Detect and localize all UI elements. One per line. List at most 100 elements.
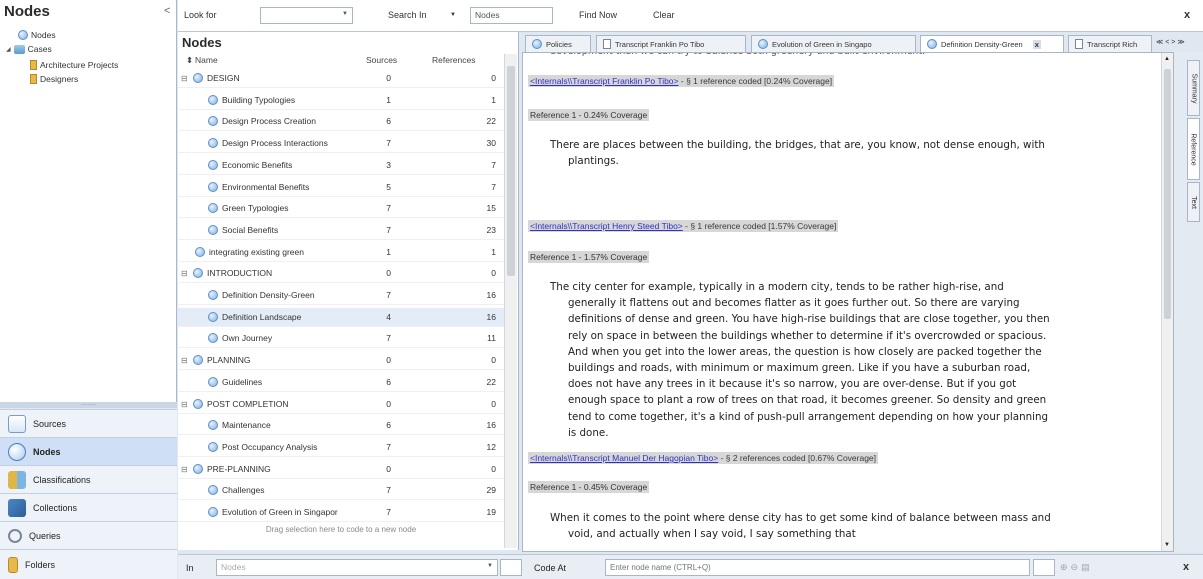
tab-label: Transcript Rich — [1087, 39, 1138, 49]
list-scrollbar[interactable] — [504, 54, 517, 548]
close-coding-bar-button[interactable]: x — [1183, 561, 1189, 573]
column-header-name[interactable]: Name — [195, 55, 218, 65]
collapse-node-icon[interactable]: ⊟ — [181, 465, 188, 474]
side-tab-label: Reference — [1190, 132, 1198, 166]
scroll-up-icon[interactable]: ▲ — [1164, 56, 1170, 62]
table-row[interactable]: ⊟ PLANNING 0 0 — [178, 351, 504, 371]
table-row[interactable]: Design Process Interactions 7 30 — [178, 134, 504, 154]
nav-button-collections[interactable]: Collections — [0, 493, 177, 521]
tree-item-cases[interactable]: ◢ Cases — [6, 44, 52, 54]
sources-cell: 5 — [386, 181, 391, 192]
side-tab-reference[interactable]: Reference — [1187, 118, 1200, 180]
table-row[interactable]: ⊟ PRE-PLANNING 0 0 — [178, 460, 504, 479]
collapse-pane-button[interactable]: < — [164, 5, 170, 17]
table-row[interactable]: Social Benefits 7 23 — [178, 221, 504, 240]
in-browse-button[interactable] — [500, 559, 522, 576]
collapse-node-icon[interactable]: ⊟ — [181, 356, 188, 365]
table-row[interactable]: Maintenance 6 16 — [178, 416, 504, 436]
nav-button-queries[interactable]: Queries — [0, 521, 177, 549]
references-cell: 12 — [486, 441, 496, 452]
table-row[interactable]: ⊟ POST COMPLETION 0 0 — [178, 395, 504, 414]
source-link-text[interactable]: <Internals\\Transcript Franklin Po Tibo> — [530, 76, 679, 86]
tab-transcript-rich[interactable]: Transcript Rich — [1068, 35, 1152, 52]
nav-button-nodes[interactable]: Nodes — [0, 437, 177, 465]
side-tab-summary[interactable]: Summary — [1187, 60, 1200, 116]
node-name-cell: INTRODUCTION — [193, 268, 272, 279]
nav-button-classifications[interactable]: Classifications — [0, 465, 177, 493]
search-in-field[interactable]: Nodes — [470, 7, 553, 24]
node-icon — [193, 73, 203, 83]
sort-icon[interactable]: ⬍ — [186, 55, 193, 66]
scroll-down-icon[interactable]: ▼ — [1164, 542, 1170, 548]
column-header-references[interactable]: References — [432, 55, 475, 65]
nav-button-folders[interactable]: Folders — [0, 549, 177, 579]
collapse-node-icon[interactable]: ⊟ — [181, 74, 188, 83]
table-row[interactable]: Building Typologies 1 1 — [178, 91, 504, 110]
table-row[interactable]: Post Occupancy Analysis 7 12 — [178, 438, 504, 457]
node-icon — [208, 116, 218, 127]
tab-evolution-green[interactable]: Evolution of Green in Singapo — [751, 35, 916, 52]
tree-item-designers[interactable]: Designers — [30, 74, 78, 84]
node-name-cell: integrating existing green — [195, 246, 304, 257]
table-row[interactable]: Design Process Creation 6 22 — [178, 112, 504, 132]
close-find-button[interactable]: x — [1184, 9, 1190, 21]
column-header-sources[interactable]: Sources — [366, 55, 397, 65]
node-name-cell: POST COMPLETION — [193, 398, 289, 409]
node-icon — [208, 485, 218, 496]
table-row[interactable]: Economic Benefits 3 7 — [178, 156, 504, 175]
table-row[interactable]: Own Journey 7 11 — [178, 329, 504, 349]
collapse-node-icon[interactable]: ⊟ — [181, 400, 188, 409]
node-icon — [208, 441, 218, 452]
source-link-henry[interactable]: <Internals\\Transcript Henry Steed Tibo>… — [528, 220, 839, 232]
coding-actions-icons[interactable]: ⊕⊖▤ — [1060, 562, 1093, 573]
tab-definition-density-green[interactable]: Definition Density-Green x — [920, 35, 1064, 52]
table-row[interactable]: ⊟ DESIGN 0 0 — [178, 69, 504, 88]
node-name-cell: Guidelines — [208, 376, 262, 387]
in-field[interactable]: Nodes ▼ — [216, 559, 498, 576]
source-link-text[interactable]: <Internals\\Transcript Henry Steed Tibo> — [530, 221, 683, 231]
code-at-field[interactable] — [605, 559, 1030, 576]
sources-cell: 7 — [386, 224, 391, 235]
find-now-button[interactable]: Find Now — [579, 10, 617, 20]
coding-summary: - § 1 reference coded [1.57% Coverage] — [682, 221, 837, 231]
table-row[interactable]: Definition Landscape 4 16 — [178, 307, 504, 327]
table-row[interactable]: Challenges 7 29 — [178, 481, 504, 501]
source-link-text[interactable]: <Internals\\Transcript Manuel Der Hagopi… — [530, 453, 718, 463]
expand-triangle-icon[interactable]: ◢ — [6, 46, 11, 53]
table-row[interactable]: Environmental Benefits 5 7 — [178, 178, 504, 197]
node-name-cell: Challenges — [208, 485, 265, 496]
tab-transcript-franklin[interactable]: Transcript Franklin Po Tibo — [596, 35, 746, 52]
node-name-cell: PRE-PLANNING — [193, 463, 271, 474]
code-at-browse-button[interactable] — [1033, 559, 1055, 576]
tree-item-nodes[interactable]: Nodes — [18, 30, 56, 40]
table-row[interactable]: Evolution of Green in Singapor 7 19 — [178, 503, 504, 522]
table-row[interactable]: integrating existing green 1 1 — [178, 243, 504, 262]
table-row[interactable]: Guidelines 6 22 — [178, 373, 504, 392]
reference-detail-view: development than we can try to balance b… — [522, 52, 1174, 552]
scrollbar-thumb[interactable] — [507, 66, 515, 276]
pane-splitter[interactable]: ......... — [0, 401, 177, 408]
source-link-franklin[interactable]: <Internals\\Transcript Franklin Po Tibo>… — [528, 75, 835, 87]
scrollbar-thumb[interactable] — [1164, 69, 1171, 319]
detail-scrollbar[interactable]: ▲ ▼ — [1161, 53, 1173, 551]
close-tab-icon[interactable]: x — [1032, 39, 1041, 49]
side-tab-text[interactable]: Text — [1187, 182, 1200, 222]
references-cell: 1 — [491, 246, 496, 257]
tree-item-architecture-projects[interactable]: Architecture Projects — [30, 60, 118, 70]
tree-item-label: Designers — [40, 74, 79, 84]
nav-button-label: Classifications — [33, 474, 91, 485]
nav-button-sources[interactable]: Sources — [0, 409, 177, 437]
search-in-dropdown-icon[interactable]: ▼ — [450, 12, 456, 18]
dropdown-arrow-icon[interactable]: ▼ — [342, 11, 348, 17]
look-for-field[interactable]: ▼ — [260, 7, 353, 24]
table-row[interactable]: Green Typologies 7 15 — [178, 199, 504, 219]
clear-button[interactable]: Clear — [653, 10, 675, 20]
collapse-node-icon[interactable]: ⊟ — [181, 269, 188, 278]
tab-policies[interactable]: Policies — [525, 35, 591, 52]
tab-scroll-arrows[interactable]: ≪ < > ≫ — [1156, 38, 1185, 46]
dropdown-arrow-icon[interactable]: ▼ — [487, 563, 493, 569]
table-row[interactable]: ⊟ INTRODUCTION 0 0 — [178, 264, 504, 284]
tab-label: Policies — [546, 39, 572, 49]
source-link-manuel[interactable]: <Internals\\Transcript Manuel Der Hagopi… — [528, 452, 879, 464]
table-row[interactable]: Definition Density-Green 7 16 — [178, 286, 504, 305]
